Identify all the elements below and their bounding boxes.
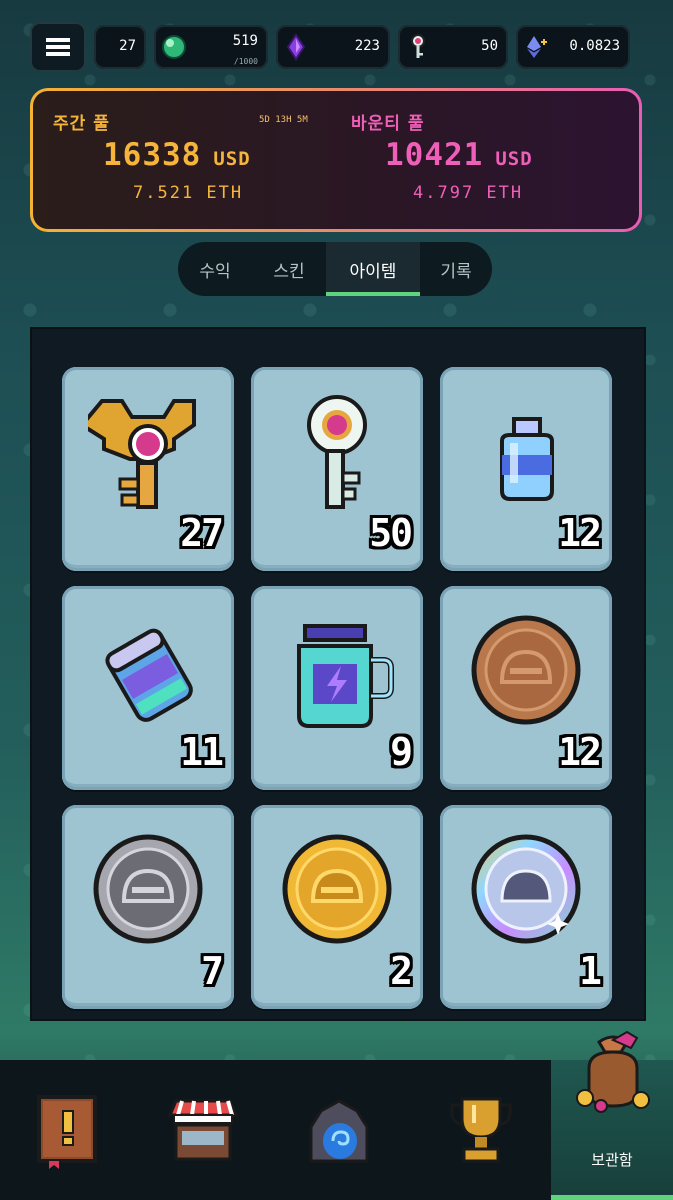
item-count: 1 xyxy=(579,949,602,993)
item-slot-energy-can[interactable]: 11 xyxy=(62,586,234,790)
item-count: 12 xyxy=(558,511,602,555)
green-orb-icon xyxy=(162,35,186,59)
item-slot-bronze-coin[interactable]: 12 xyxy=(440,586,612,790)
hamburger-icon xyxy=(46,38,70,56)
tab-bar: 수익 스킨 아이템 기록 xyxy=(178,242,492,296)
menu-button[interactable] xyxy=(30,22,86,72)
item-slot-water-bottle[interactable]: 12 xyxy=(440,367,612,571)
silver-key-icon xyxy=(307,395,367,509)
prize-pools-panel: 주간 풀 5D 13H 5M 16338 USD 7.521 ETH 바운티 풀 … xyxy=(30,88,642,232)
bounty-pool-eth: 4.797 ETH xyxy=(413,183,524,203)
energy-jar-icon xyxy=(297,624,394,728)
item-slot-gold-coin[interactable]: 2 xyxy=(251,805,423,1009)
silver-coin-icon xyxy=(93,834,203,944)
key-counter[interactable]: 50 xyxy=(398,25,508,69)
key-icon xyxy=(411,34,425,58)
weekly-pool-timer: 5D 13H 5M xyxy=(259,115,308,125)
shop-stall-icon xyxy=(167,1099,239,1161)
orb-counter[interactable]: 519 /1000 xyxy=(154,25,268,69)
energy-value: 27 xyxy=(119,38,136,54)
orb-value: 519 xyxy=(232,33,258,49)
energy-counter[interactable]: 27 xyxy=(94,25,146,69)
weekly-pool-amount-value: 16338 xyxy=(103,137,202,173)
treasure-bag-icon xyxy=(576,1030,650,1113)
inventory-grid: 27 50 12 11 9 12 7 2 1 xyxy=(30,327,646,1021)
tab-items[interactable]: 아이템 xyxy=(326,242,420,296)
weekly-pool-title: 주간 풀 xyxy=(53,114,110,134)
nav-storage-label: 보관함 xyxy=(591,1151,633,1169)
bounty-pool-unit: USD xyxy=(495,148,533,170)
item-count: 9 xyxy=(390,730,413,774)
bounty-pool[interactable]: 바운티 풀 10421 USD 4.797 ETH xyxy=(351,91,621,229)
eth-counter[interactable]: 0.0823 xyxy=(516,25,630,69)
portal-icon xyxy=(309,1099,369,1163)
tab-earnings[interactable]: 수익 xyxy=(178,242,252,296)
item-count: 2 xyxy=(390,949,413,993)
purple-gem-icon xyxy=(286,33,306,61)
nav-quests[interactable] xyxy=(0,1060,136,1200)
item-slot-gold-key[interactable]: 27 xyxy=(62,367,234,571)
eth-icon xyxy=(527,36,547,58)
weekly-pool-unit: USD xyxy=(213,148,251,170)
tab-history[interactable]: 기록 xyxy=(420,242,492,296)
item-count: 11 xyxy=(180,730,224,774)
nav-portal[interactable] xyxy=(270,1060,410,1200)
bounty-pool-amount-value: 10421 xyxy=(385,137,484,173)
water-bottle-icon xyxy=(500,417,554,501)
weekly-pool-eth: 7.521 ETH xyxy=(133,183,244,203)
item-slot-silver-key[interactable]: 50 xyxy=(251,367,423,571)
item-count: 27 xyxy=(180,511,224,555)
gold-key-icon xyxy=(88,399,196,509)
weekly-pool[interactable]: 주간 풀 5D 13H 5M 16338 USD 7.521 ETH xyxy=(53,91,343,229)
weekly-pool-amount: 16338 USD xyxy=(103,137,251,173)
item-slot-rainbow-coin[interactable]: 1 xyxy=(440,805,612,1009)
eth-value: 0.0823 xyxy=(569,38,620,54)
bottom-navigation: 보관함 xyxy=(0,1030,673,1200)
gem-value: 223 xyxy=(354,38,380,54)
bounty-pool-title: 바운티 풀 xyxy=(351,114,425,134)
gem-counter[interactable]: 223 xyxy=(276,25,390,69)
nav-leaderboard[interactable] xyxy=(410,1060,551,1200)
item-slot-energy-jar[interactable]: 9 xyxy=(251,586,423,790)
energy-can-icon xyxy=(105,628,193,722)
bounty-pool-amount: 10421 USD xyxy=(385,137,533,173)
nav-shop[interactable] xyxy=(136,1060,270,1200)
trophy-icon xyxy=(450,1097,511,1163)
item-count: 50 xyxy=(369,511,413,555)
bronze-coin-icon xyxy=(471,615,581,725)
top-resource-bar: 27 519 /1000 223 50 0.0823 xyxy=(30,22,643,72)
item-count: 12 xyxy=(558,730,602,774)
orb-max: /1000 xyxy=(233,57,258,66)
nav-storage[interactable]: 보관함 xyxy=(551,1030,673,1200)
key-value: 50 xyxy=(481,38,498,54)
item-slot-silver-coin[interactable]: 7 xyxy=(62,805,234,1009)
item-count: 7 xyxy=(201,949,224,993)
quest-book-icon xyxy=(37,1095,97,1169)
rainbow-coin-icon xyxy=(471,834,581,944)
tab-skins[interactable]: 스킨 xyxy=(252,242,326,296)
gold-coin-icon xyxy=(282,834,392,944)
